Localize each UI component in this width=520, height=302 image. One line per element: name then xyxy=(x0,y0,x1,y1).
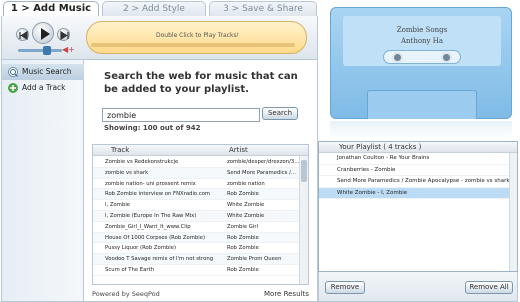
play-icon[interactable] xyxy=(32,22,54,44)
artist-cell: zombie nation xyxy=(227,180,265,187)
table-row[interactable]: I, Zombie (Europe In The Raw Mix) White Z… xyxy=(93,210,301,222)
add-icon xyxy=(8,83,18,93)
table-row[interactable]: Zombie vs Redekonstrukcje zombie/desper/d… xyxy=(93,157,301,168)
prev-icon[interactable] xyxy=(16,28,29,41)
music-search-panel: Search the web for music that can be add… xyxy=(84,60,318,302)
results-scrollbar-thumb[interactable] xyxy=(301,160,307,182)
results-rows: Zombie vs Redekonstrukcje zombie/desper/d… xyxy=(93,157,301,276)
music-player: ◀+ Double Click to Play Tracks! xyxy=(1,16,318,60)
artist-cell: Rob Zombie xyxy=(227,234,259,241)
sidebar: Music Search Add a Track xyxy=(1,60,84,302)
search-icon xyxy=(8,67,18,77)
artist-cell: zombie/desper/drexzon/3... xyxy=(227,159,300,165)
remove-all-button[interactable]: Remove All xyxy=(465,281,513,294)
sidebar-item-label: Music Search xyxy=(22,67,72,76)
track-progress-bar[interactable] xyxy=(91,43,295,47)
sidebar-item-add-track[interactable]: Add a Track xyxy=(2,80,84,96)
cassette-artist: Anthony Ha xyxy=(400,37,444,45)
cassette-label: Zombie Songs Anthony Ha xyxy=(343,16,501,66)
table-row[interactable]: Scum of The Earth Rob Zombie xyxy=(93,265,301,276)
reel-icon xyxy=(392,52,403,63)
cassette-reflection xyxy=(330,121,512,139)
tab-add-music[interactable]: 1 > Add Music xyxy=(3,1,99,17)
playlist-item[interactable]: White Zombie - I, Zombie xyxy=(319,187,509,199)
sidebar-item-label: Add a Track xyxy=(22,83,66,92)
search-input[interactable] xyxy=(102,108,260,122)
artist-cell: White Zombie xyxy=(227,202,265,209)
table-row[interactable]: Voodoo T Savage remix of I'm not strong Z… xyxy=(93,254,301,265)
search-button[interactable]: Search xyxy=(262,107,298,120)
powered-by-text: Powered by SeeqPod xyxy=(92,290,160,298)
tab-save-share[interactable]: 3 > Save & Share xyxy=(209,1,317,16)
cassette-title: Zombie Songs xyxy=(396,26,448,34)
table-row[interactable]: Pussy Liquor (Rob Zombie) Rob Zombie xyxy=(93,243,301,255)
tab-bar: 1 > Add Music 2 > Add Style 3 > Save & S… xyxy=(1,0,318,17)
table-row[interactable]: Rob Zombie interview on FNXradio.com Rob … xyxy=(93,189,301,201)
artist-cell: Zombie Prom Queen xyxy=(227,256,282,263)
cassette-window xyxy=(383,50,461,64)
playlist-footer: Remove Remove All xyxy=(318,272,518,302)
artist-cell: Rob Zombie xyxy=(227,191,259,198)
track-cell: House Of 1000 Corpses (Rob Zombie) xyxy=(105,234,206,241)
table-row[interactable]: House Of 1000 Corpses (Rob Zombie) Rob Zo… xyxy=(93,232,301,244)
search-heading: Search the web for music that can be add… xyxy=(104,71,298,95)
sidebar-item-music-search[interactable]: Music Search xyxy=(2,64,84,80)
results-scrollbar[interactable] xyxy=(299,156,308,284)
artist-cell: White Zombie xyxy=(227,212,265,219)
table-row[interactable]: Zombie_Girl_I_Want_It_www.Clip Zombie Gir… xyxy=(93,222,301,233)
artist-cell: Rob Zombie xyxy=(227,266,259,273)
volume-knob[interactable] xyxy=(43,46,51,55)
track-cell: Scum of The Earth xyxy=(105,266,155,273)
playlist-item[interactable]: Send More Paramedics / Zombie Apocalypse… xyxy=(319,176,509,188)
results-count: Showing: 100 out of 942 xyxy=(104,124,201,132)
playlist-item[interactable]: Cranberries - Zombie xyxy=(319,165,509,176)
table-row[interactable]: I, Zombie White Zombie xyxy=(93,200,301,211)
artist-cell: Rob Zombie xyxy=(227,245,259,252)
playlist-item[interactable]: Jonathan Coulton - Re Your Brains xyxy=(319,153,509,165)
more-results-link[interactable]: More Results xyxy=(264,290,309,298)
table-row[interactable]: zombie nation- uni prossent remix zombie … xyxy=(93,179,301,190)
remove-button[interactable]: Remove xyxy=(325,281,365,294)
track-cell: Voodoo T Savage remix of I'm not strong xyxy=(105,256,214,263)
track-display-text: Double Click to Play Tracks! xyxy=(156,32,239,39)
track-display[interactable]: Double Click to Play Tracks! xyxy=(86,21,307,54)
artist-cell: Zombie Girl xyxy=(227,223,259,230)
track-cell: Rob Zombie interview on FNXradio.com xyxy=(105,191,211,198)
column-header-artist[interactable]: Artist xyxy=(229,146,248,154)
cassette-bottom xyxy=(367,90,477,119)
reel-icon xyxy=(441,52,452,63)
volume-slider[interactable] xyxy=(18,49,62,52)
track-cell: Zombie vs Redekonstrukcje xyxy=(105,159,179,165)
playlist-panel: Your Playlist ( 4 tracks ) Jonathan Coul… xyxy=(318,141,518,272)
track-cell: I, Zombie (Europe In The Raw Mix) xyxy=(105,212,197,219)
playlist-rows: Jonathan Coulton - Re Your Brains Cranber… xyxy=(319,153,509,199)
playlist-scrollbar[interactable] xyxy=(509,153,517,271)
track-cell: zombie vs shark xyxy=(105,169,149,176)
results-table: Track Artist Zombie vs Redekonstrukcje zo… xyxy=(92,144,309,285)
track-cell: Zombie_Girl_I_Want_It_www.Clip xyxy=(105,223,191,230)
artist-cell: Send More Paramedics /... xyxy=(227,169,296,176)
track-cell: Pussy Liquor (Rob Zombie) xyxy=(105,245,177,252)
volume-icon[interactable]: ◀+ xyxy=(62,45,75,54)
track-cell: zombie nation- uni prossent remix xyxy=(105,180,196,187)
track-cell: I, Zombie xyxy=(105,202,131,209)
cassette-tape: Zombie Songs Anthony Ha xyxy=(330,7,512,119)
table-row[interactable]: zombie vs shark Send More Paramedics /... xyxy=(93,167,301,179)
results-table-header: Track Artist xyxy=(93,145,308,156)
tab-add-style[interactable]: 2 > Add Style xyxy=(102,1,206,16)
column-header-track[interactable]: Track xyxy=(111,146,129,154)
playlist-header: Your Playlist ( 4 tracks ) xyxy=(319,142,517,153)
next-icon[interactable] xyxy=(57,28,70,41)
